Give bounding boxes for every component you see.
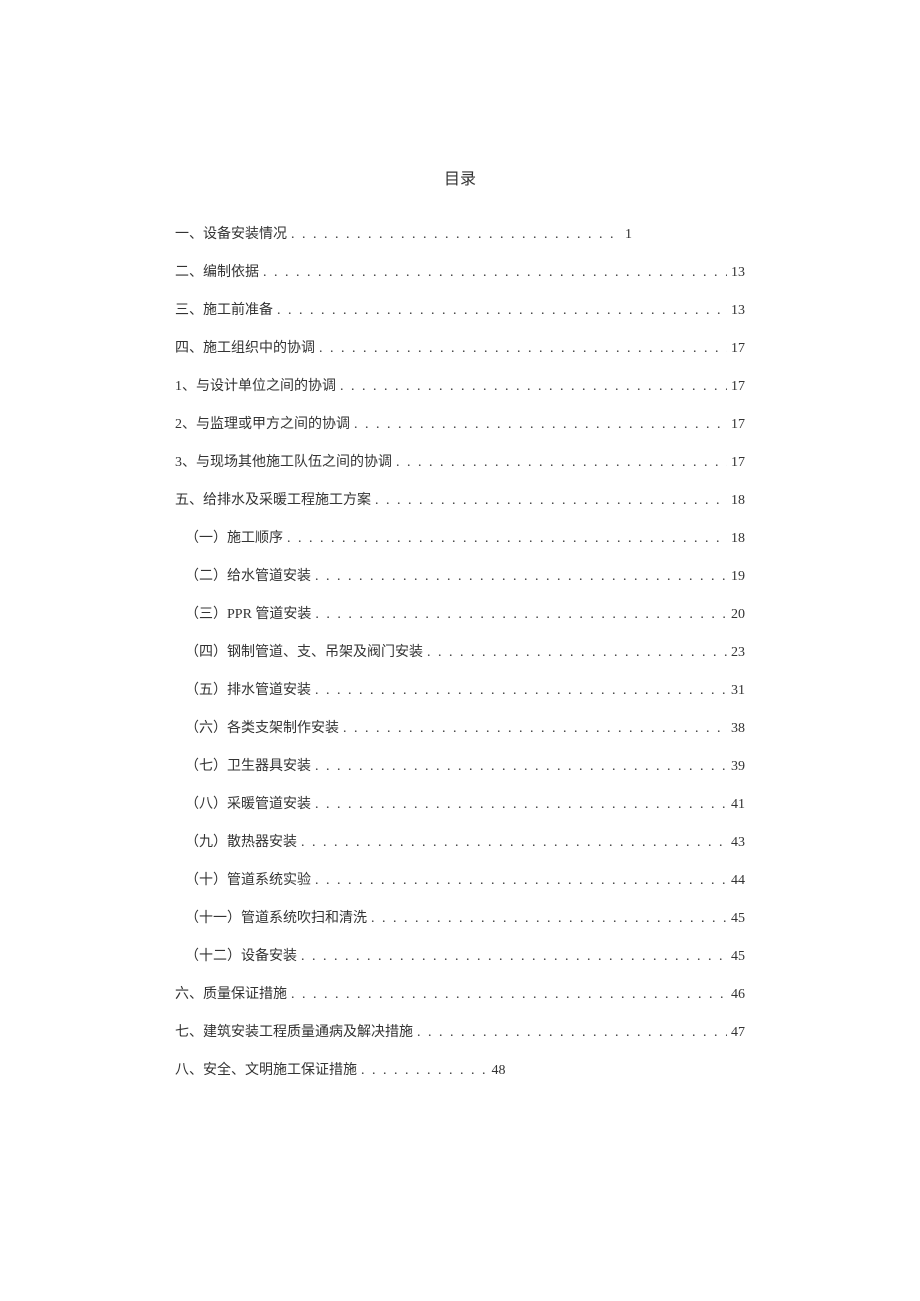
toc-entry-label: （八）采暖管道安装 [185, 787, 311, 822]
toc-entry-label: （一）施工顺序 [185, 521, 283, 556]
toc-entry-page: 1 [625, 217, 632, 252]
toc-entry-label: （六）各类支架制作安装 [185, 711, 339, 746]
toc-leader-dots [427, 635, 727, 670]
toc-entry-label: 八、安全、文明施工保证措施 [175, 1053, 357, 1088]
toc-entry: （十）管道系统实验 44 [175, 863, 745, 898]
toc-entry-label: 五、给排水及采暖工程施工方案 [175, 483, 371, 518]
toc-entry-label: （十）管道系统实验 [185, 863, 311, 898]
toc-leader-dots [291, 977, 727, 1012]
toc-leader-dots: . . . . . . . . . . . . [361, 1053, 488, 1088]
toc-entry-page: 17 [731, 331, 745, 366]
toc-leader-dots [417, 1015, 727, 1050]
toc-leader-dots [319, 331, 727, 366]
toc-entry: （二）给水管道安装 19 [175, 559, 745, 594]
toc-leader-dots [263, 255, 727, 290]
toc-leader-dots [315, 863, 727, 898]
toc-entry-label: 四、施工组织中的协调 [175, 331, 315, 366]
toc-entry-page: 18 [731, 521, 745, 556]
toc-leader-dots [315, 673, 727, 708]
toc-leader-dots [315, 749, 727, 784]
toc-leader-dots [277, 293, 727, 328]
toc-entry-label: 3、与现场其他施工队伍之间的协调 [175, 445, 392, 480]
toc-leader-dots [375, 483, 727, 518]
toc-leader-dots [315, 787, 727, 822]
toc-entry: 三、施工前准备 13 [175, 293, 745, 328]
toc-entry-label: （三）PPR 管道安装 [185, 597, 311, 632]
toc-entry-page: 47 [731, 1015, 745, 1050]
toc-entry-page: 46 [731, 977, 745, 1012]
toc-entry-page: 17 [731, 369, 745, 404]
toc-entry-page: 45 [731, 901, 745, 936]
toc-entry-label: （九）散热器安装 [185, 825, 297, 860]
toc-entry: （五）排水管道安装 31 [175, 673, 745, 708]
toc-entry: （三）PPR 管道安装 20 [175, 597, 745, 632]
toc-entry-label: 二、编制依据 [175, 255, 259, 290]
toc-leader-dots [291, 217, 621, 252]
toc-entry-page: 20 [731, 597, 745, 632]
toc-entry-page: 19 [731, 559, 745, 594]
toc-leader-dots [301, 939, 727, 974]
toc-entry: 四、施工组织中的协调 17 [175, 331, 745, 366]
toc-leader-dots [371, 901, 727, 936]
toc-entry-label: （十二）设备安装 [185, 939, 297, 974]
toc-entry-page: 48 [492, 1053, 506, 1088]
toc-entry: （七）卫生器具安装 39 [175, 749, 745, 784]
toc-entry-page: 44 [731, 863, 745, 898]
toc-entry: （十一）管道系统吹扫和清洗 45 [175, 901, 745, 936]
toc-entry-page: 13 [731, 255, 745, 290]
toc-entry-label: 2、与监理或甲方之间的协调 [175, 407, 350, 442]
toc-leader-dots [315, 597, 727, 632]
toc-entry-page: 45 [731, 939, 745, 974]
toc-entry-label: （十一）管道系统吹扫和清洗 [185, 901, 367, 936]
toc-entry: 八、安全、文明施工保证措施. . . . . . . . . . . .48 [175, 1053, 745, 1088]
toc-leader-dots [354, 407, 727, 442]
toc-leader-dots [315, 559, 727, 594]
toc-entry: （九）散热器安装 43 [175, 825, 745, 860]
toc-entry-label: 七、建筑安装工程质量通病及解决措施 [175, 1015, 413, 1050]
toc-entry-label: 三、施工前准备 [175, 293, 273, 328]
toc-entry: 一、设备安装情况 1 [175, 217, 745, 252]
toc-entry-page: 43 [731, 825, 745, 860]
toc-entry: （十二）设备安装 45 [175, 939, 745, 974]
toc-entry-page: 23 [731, 635, 745, 670]
toc-entry-page: 31 [731, 673, 745, 708]
toc-entry-page: 13 [731, 293, 745, 328]
toc-entry-label: 1、与设计单位之间的协调 [175, 369, 336, 404]
toc-entry-page: 41 [731, 787, 745, 822]
toc-entry-label: 六、质量保证措施 [175, 977, 287, 1012]
toc-entry: 二、编制依据 13 [175, 255, 745, 290]
toc-entry-page: 17 [731, 445, 745, 480]
toc-entry-label: （二）给水管道安装 [185, 559, 311, 594]
toc-leader-dots [343, 711, 727, 746]
toc-entry: 七、建筑安装工程质量通病及解决措施 47 [175, 1015, 745, 1050]
toc-entry: （一）施工顺序 18 [175, 521, 745, 556]
toc-entry: 六、质量保证措施 46 [175, 977, 745, 1012]
toc-entry-page: 17 [731, 407, 745, 442]
toc-entry: 五、给排水及采暖工程施工方案 18 [175, 483, 745, 518]
toc-entry: （六）各类支架制作安装 38 [175, 711, 745, 746]
toc-entry-label: （四）钢制管道、支、吊架及阀门安装 [185, 635, 423, 670]
table-of-contents: 一、设备安装情况1二、编制依据13三、施工前准备13四、施工组织中的协调171、… [175, 217, 745, 1088]
toc-leader-dots [396, 445, 727, 480]
toc-entry-label: （五）排水管道安装 [185, 673, 311, 708]
toc-leader-dots [340, 369, 727, 404]
toc-entry-label: （七）卫生器具安装 [185, 749, 311, 784]
toc-entry: （四）钢制管道、支、吊架及阀门安装 23 [175, 635, 745, 670]
toc-leader-dots [287, 521, 727, 556]
toc-entry-page: 18 [731, 483, 745, 518]
toc-entry: 1、与设计单位之间的协调 17 [175, 369, 745, 404]
toc-entry: （八）采暖管道安装 41 [175, 787, 745, 822]
toc-entry: 3、与现场其他施工队伍之间的协调 17 [175, 445, 745, 480]
toc-entry-label: 一、设备安装情况 [175, 217, 287, 252]
toc-leader-dots [301, 825, 727, 860]
toc-title: 目录 [175, 165, 745, 189]
toc-entry-page: 38 [731, 711, 745, 746]
toc-entry: 2、与监理或甲方之间的协调 17 [175, 407, 745, 442]
toc-entry-page: 39 [731, 749, 745, 784]
